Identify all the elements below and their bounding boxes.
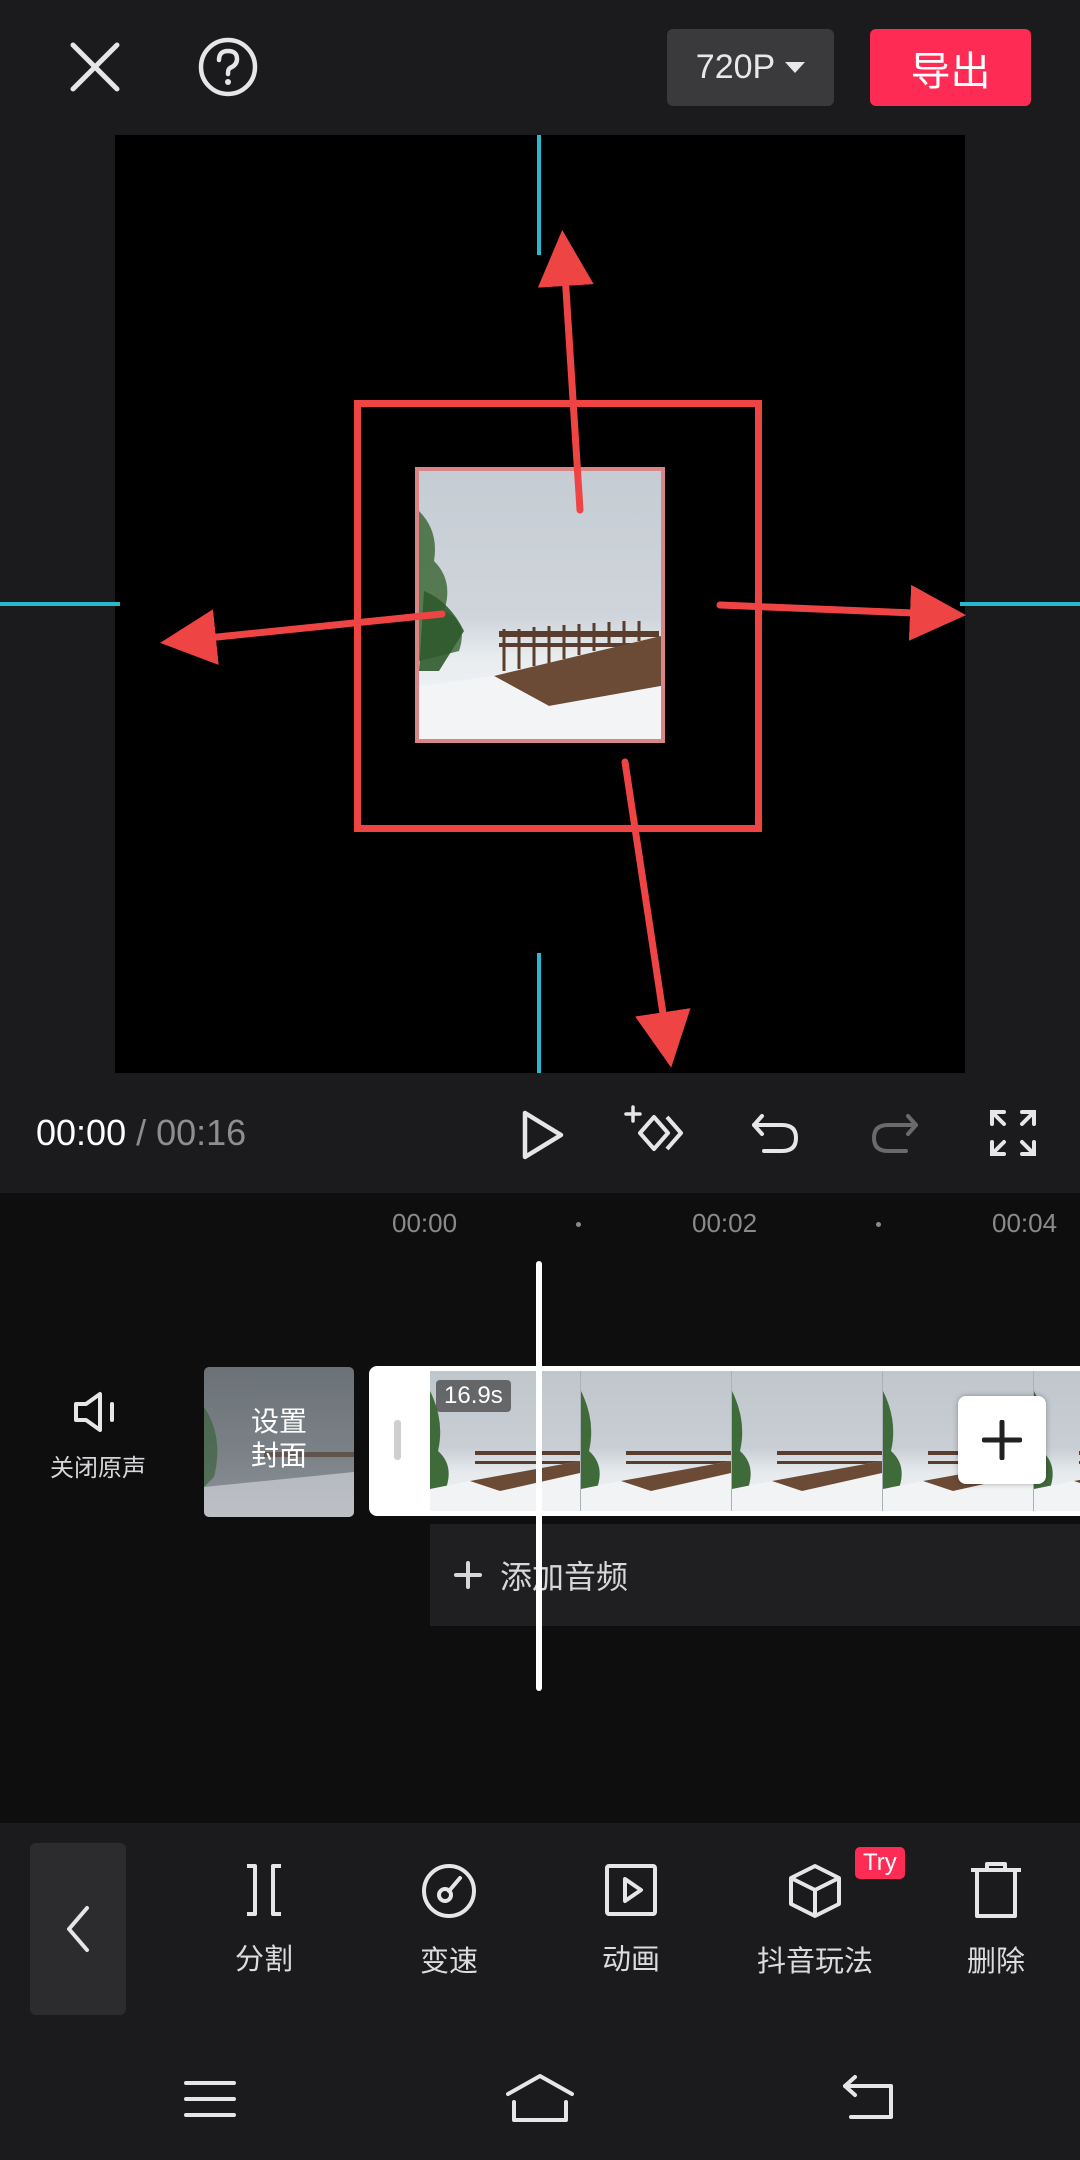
playhead[interactable] bbox=[536, 1261, 542, 1691]
speaker-icon bbox=[74, 1392, 114, 1432]
ruler-label: 00:04 bbox=[992, 1208, 1058, 1238]
add-clip-button[interactable] bbox=[958, 1396, 1046, 1484]
ruler-dot bbox=[576, 1222, 581, 1227]
mute-original-button[interactable]: 关闭原声 bbox=[30, 1390, 166, 1483]
ruler-label: 00:02 bbox=[692, 1208, 758, 1238]
tool-speed[interactable]: 变速 bbox=[374, 1862, 524, 1980]
split-icon bbox=[247, 1864, 281, 1916]
arrow-down bbox=[621, 758, 691, 1068]
menu-icon[interactable] bbox=[180, 2064, 240, 2134]
plus-icon bbox=[982, 1420, 1022, 1460]
arrow-right bbox=[716, 584, 966, 641]
trash-icon bbox=[971, 1862, 1021, 1918]
fullscreen-icon[interactable] bbox=[980, 1100, 1046, 1166]
ruler-label: 00:00 bbox=[392, 1208, 458, 1238]
time-separator: / bbox=[126, 1112, 157, 1153]
arrow-left bbox=[160, 609, 446, 666]
annotation-arrows bbox=[160, 230, 966, 1068]
chevron-left-icon bbox=[67, 1906, 89, 1952]
toolbar-back-button[interactable] bbox=[30, 1843, 126, 2015]
tool-label: 分割 bbox=[234, 1944, 293, 1976]
set-cover-button[interactable]: 设置 封面 bbox=[204, 1367, 354, 1517]
ruler-dot bbox=[876, 1222, 881, 1227]
add-audio-label: 添加音频 bbox=[500, 1559, 629, 1595]
plus-icon bbox=[454, 1561, 482, 1589]
tool-delete[interactable]: 删除 bbox=[921, 1862, 1071, 1980]
clip-thumbnail bbox=[732, 1371, 883, 1511]
try-badge: Try bbox=[855, 1847, 905, 1879]
close-icon[interactable] bbox=[60, 32, 130, 102]
chevron-down-icon bbox=[785, 62, 806, 73]
undo-icon[interactable] bbox=[742, 1100, 808, 1166]
tool-label: 删除 bbox=[966, 1946, 1025, 1978]
play-icon[interactable] bbox=[510, 1103, 574, 1167]
keyframe-icon[interactable] bbox=[620, 1100, 692, 1166]
speed-icon bbox=[422, 1864, 476, 1918]
time-display: 00:00 / 00:16 bbox=[36, 1112, 246, 1154]
back-icon[interactable] bbox=[836, 2064, 902, 2130]
animation-icon bbox=[605, 1864, 657, 1916]
edit-toolbar bbox=[0, 1823, 1080, 2030]
tool-label: 变速 bbox=[419, 1946, 478, 1978]
tool-douyin-effects[interactable]: 抖音玩法 bbox=[740, 1862, 890, 1980]
total-time: 00:16 bbox=[156, 1112, 247, 1153]
home-icon[interactable] bbox=[502, 2060, 578, 2136]
current-time: 00:00 bbox=[36, 1112, 127, 1153]
cube-icon bbox=[789, 1864, 841, 1918]
cover-label: 设置 封面 bbox=[250, 1406, 307, 1471]
tool-label: 动画 bbox=[601, 1944, 660, 1976]
clip-thumbnail bbox=[581, 1371, 732, 1511]
tool-label: 抖音玩法 bbox=[756, 1946, 873, 1978]
tool-animation[interactable]: 动画 bbox=[556, 1862, 706, 1978]
resolution-dropdown[interactable]: 720P bbox=[667, 29, 834, 106]
clip-duration-badge: 16.9s bbox=[436, 1380, 511, 1412]
resolution-value: 720P bbox=[695, 48, 776, 86]
redo-icon[interactable] bbox=[862, 1100, 928, 1166]
export-button[interactable]: 导出 bbox=[870, 29, 1031, 106]
mute-label: 关闭原声 bbox=[50, 1455, 146, 1482]
arrow-up bbox=[537, 230, 594, 514]
add-audio-track[interactable]: 添加音频 bbox=[430, 1524, 1080, 1626]
help-icon[interactable] bbox=[193, 32, 263, 102]
clip-trim-handle[interactable] bbox=[394, 1420, 401, 1460]
tool-split[interactable]: 分割 bbox=[189, 1862, 339, 1978]
